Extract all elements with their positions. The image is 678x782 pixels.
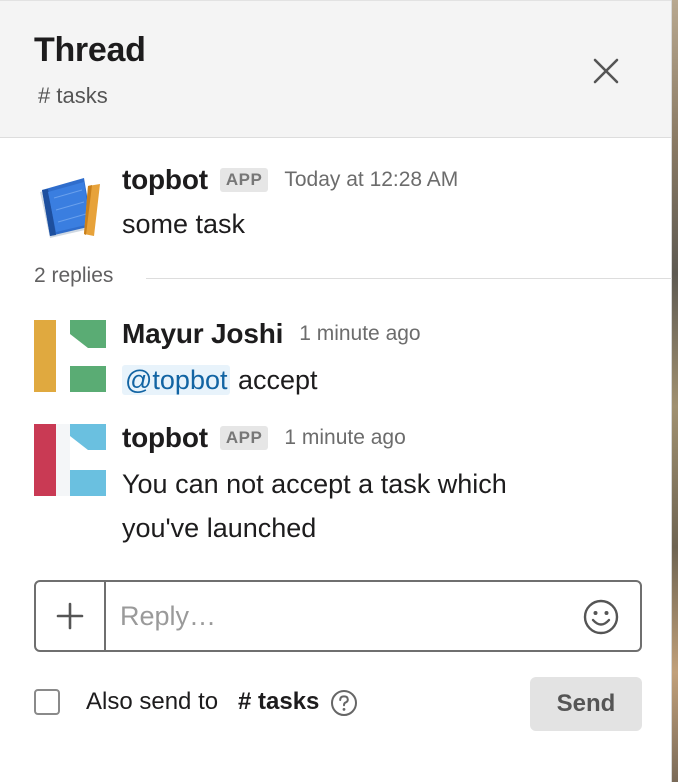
also-send-checkbox[interactable] bbox=[34, 689, 60, 715]
emoji-button[interactable] bbox=[582, 598, 620, 636]
send-button[interactable]: Send bbox=[530, 677, 642, 731]
message-text: some task bbox=[122, 209, 246, 239]
close-icon bbox=[593, 58, 619, 84]
message-text-content: accept bbox=[238, 365, 318, 395]
reply-message: topbot APP 1 minute ago You can not acce… bbox=[0, 422, 671, 552]
background-edge bbox=[672, 0, 678, 782]
replies-count: 2 replies bbox=[34, 264, 114, 287]
thread-panel: Thread # tasks topbot APP Today at 12:28… bbox=[0, 0, 672, 782]
help-button[interactable] bbox=[330, 689, 358, 717]
avatar[interactable] bbox=[34, 424, 106, 496]
message-timestamp[interactable]: 1 minute ago bbox=[284, 426, 405, 450]
thread-channel-link[interactable]: # tasks bbox=[38, 83, 108, 109]
message-timestamp[interactable]: Today at 12:28 AM bbox=[284, 168, 458, 192]
message-timestamp[interactable]: 1 minute ago bbox=[299, 322, 420, 346]
parent-message: topbot APP Today at 12:28 AM some task bbox=[0, 160, 671, 250]
thread-header: Thread # tasks bbox=[0, 0, 671, 138]
also-send-channel: # tasks bbox=[238, 688, 320, 715]
message-text: @topbot accept bbox=[122, 358, 318, 402]
message-text-line: you've launched bbox=[122, 513, 317, 543]
message-text-line: You can not accept a task which bbox=[122, 469, 507, 499]
message-author[interactable]: topbot bbox=[122, 164, 208, 196]
message-author[interactable]: topbot bbox=[122, 422, 208, 454]
book-ruler-icon bbox=[40, 178, 100, 238]
divider-line bbox=[146, 278, 672, 279]
reply-message: Mayur Joshi 1 minute ago @topbot accept bbox=[0, 318, 671, 408]
add-attachment-button[interactable] bbox=[36, 582, 106, 650]
reply-composer bbox=[34, 580, 642, 652]
app-badge: APP bbox=[219, 426, 269, 450]
bot-avatar-icon bbox=[34, 424, 106, 496]
plus-icon bbox=[56, 602, 84, 630]
close-button[interactable] bbox=[584, 49, 628, 93]
message-author[interactable]: Mayur Joshi bbox=[122, 318, 283, 350]
emoji-icon bbox=[583, 599, 619, 635]
avatar[interactable] bbox=[34, 170, 106, 242]
help-icon bbox=[331, 690, 357, 716]
user-avatar-icon bbox=[34, 320, 106, 392]
app-badge: APP bbox=[219, 168, 269, 192]
thread-title: Thread bbox=[34, 31, 146, 69]
message-text: You can not accept a task which you've l… bbox=[122, 462, 507, 550]
also-send-label[interactable]: Also send to bbox=[86, 688, 218, 716]
user-mention[interactable]: @topbot bbox=[122, 365, 231, 395]
avatar[interactable] bbox=[34, 320, 106, 392]
replies-divider: 2 replies bbox=[34, 264, 672, 292]
reply-input[interactable] bbox=[120, 594, 560, 638]
